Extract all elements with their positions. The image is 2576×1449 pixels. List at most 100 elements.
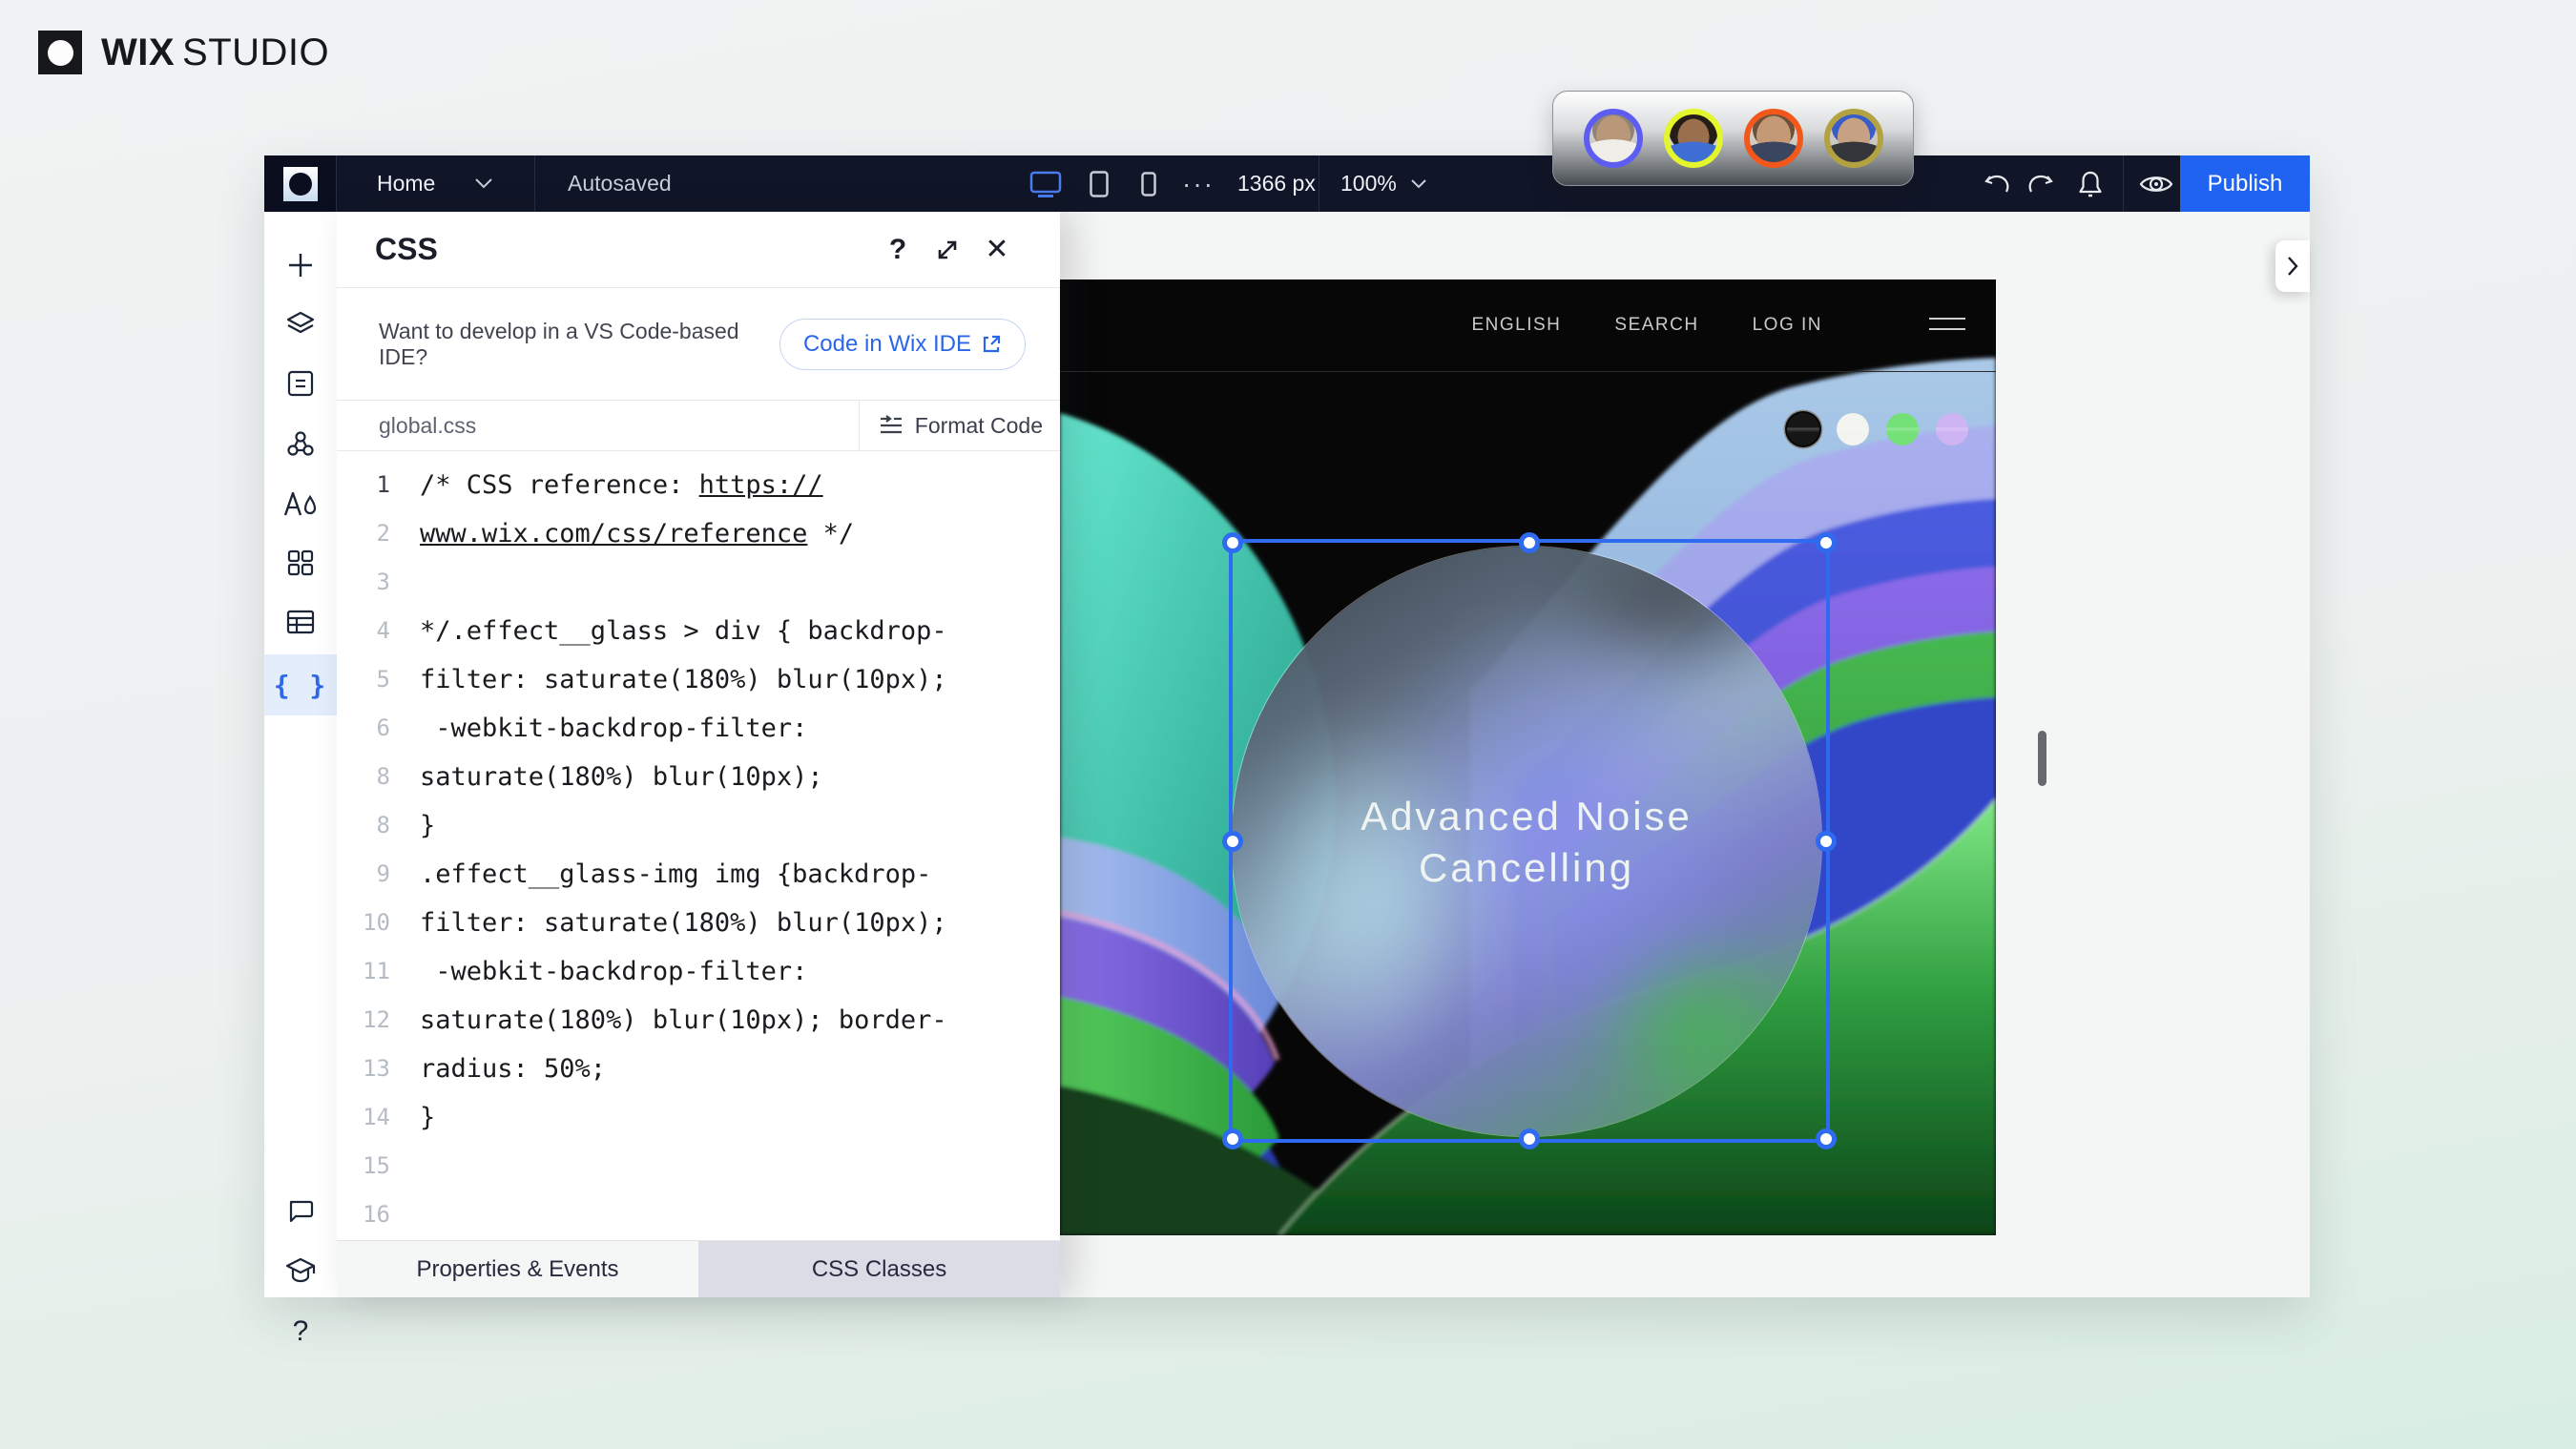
collaborator-avatar-1[interactable] xyxy=(1584,109,1643,168)
code-in-wix-ide-button[interactable]: Code in Wix IDE xyxy=(779,319,1026,370)
selection-handle-middle-left[interactable] xyxy=(1222,831,1243,852)
css-panel-title: CSS xyxy=(375,232,873,267)
site-nav-language[interactable]: ENGLISH xyxy=(1471,315,1561,336)
code-link: www.wix.com/css/reference xyxy=(420,519,807,549)
collaborators-card xyxy=(1552,91,1914,186)
file-name: global.css xyxy=(337,401,859,450)
cms-table-icon[interactable] xyxy=(264,595,337,649)
autosave-status: Autosaved xyxy=(568,155,672,212)
notifications-bell-button[interactable] xyxy=(2069,155,2111,212)
device-tablet-button[interactable] xyxy=(1083,155,1115,212)
preview-eye-button[interactable] xyxy=(2132,155,2180,212)
code-line[interactable]: 14} xyxy=(337,1093,1060,1142)
code-line[interactable]: 12saturate(180%) blur(10px); border- xyxy=(337,996,1060,1045)
color-swatch-purple[interactable] xyxy=(1936,413,1968,445)
external-link-icon xyxy=(981,334,1002,355)
connections-icon[interactable] xyxy=(264,417,337,470)
site-nav: ENGLISH SEARCH LOG IN xyxy=(1060,279,1996,372)
file-row: global.css Format Code xyxy=(337,401,1060,451)
site-nav-search[interactable]: SEARCH xyxy=(1614,315,1698,336)
tab-properties-events[interactable]: Properties & Events xyxy=(337,1241,698,1297)
code-line[interactable]: 1/* CSS reference: https:// xyxy=(337,461,1060,509)
selection-handle-bottom-left[interactable] xyxy=(1222,1128,1243,1149)
panel-bottom-tabs: Properties & Events CSS Classes xyxy=(337,1240,1060,1297)
brand-title-light: STUDIO xyxy=(182,31,329,74)
format-code-button[interactable]: Format Code xyxy=(859,401,1060,450)
wix-logo-icon xyxy=(38,31,82,74)
code-line[interactable]: 4*/.effect__glass > div { backdrop- xyxy=(337,607,1060,655)
zoom-level-dropdown[interactable]: 100% xyxy=(1340,155,1397,212)
editor-home-logo-button[interactable] xyxy=(264,155,337,212)
brand-title: WIX STUDIO xyxy=(101,31,329,74)
chevron-down-icon[interactable] xyxy=(469,155,498,212)
selection-handle-top-center[interactable] xyxy=(1519,532,1540,553)
code-line[interactable]: 13radius: 50%; xyxy=(337,1045,1060,1093)
publish-button[interactable]: Publish xyxy=(2180,155,2310,212)
selection-handle-middle-right[interactable] xyxy=(1816,831,1837,852)
ellipsis-icon: ··· xyxy=(1182,169,1215,199)
color-swatch-white[interactable] xyxy=(1837,413,1869,445)
product-color-swatches xyxy=(1787,413,1968,445)
device-mobile-button[interactable] xyxy=(1134,155,1163,212)
page-selector[interactable]: Home xyxy=(377,155,435,212)
site-styles-icon[interactable] xyxy=(264,477,337,530)
page-selector-label: Home xyxy=(377,171,435,197)
site-nav-login[interactable]: LOG IN xyxy=(1753,315,1822,336)
zoom-chevron-down-icon[interactable] xyxy=(1407,155,1430,212)
apps-grid-icon[interactable] xyxy=(264,536,337,590)
collaborator-avatar-3[interactable] xyxy=(1744,109,1803,168)
code-line[interactable]: 9.effect__glass-img img {backdrop- xyxy=(337,850,1060,899)
code-link: https:// xyxy=(699,470,823,500)
color-swatch-black[interactable] xyxy=(1787,413,1819,445)
code-braces-icon[interactable]: { } xyxy=(264,654,337,715)
code-line[interactable]: 5filter: saturate(180%) blur(10px); xyxy=(337,655,1060,704)
undo-button[interactable] xyxy=(1978,155,2016,212)
selection-outline xyxy=(1229,539,1830,1143)
canvas-scrollbar[interactable] xyxy=(2038,731,2046,786)
collaborator-avatar-4[interactable] xyxy=(1824,109,1883,168)
code-line[interactable]: 11 -webkit-backdrop-filter: xyxy=(337,947,1060,996)
wix-tile-icon xyxy=(283,167,318,201)
learn-graduation-cap-icon[interactable] xyxy=(264,1244,337,1297)
code-line[interactable]: 6 -webkit-backdrop-filter: xyxy=(337,704,1060,753)
code-line[interactable]: 16 xyxy=(337,1190,1060,1239)
chevron-right-icon xyxy=(2286,256,2299,277)
brand-title-bold: WIX xyxy=(101,31,175,74)
expand-icon[interactable] xyxy=(923,229,972,271)
css-panel-header: CSS ? ✕ xyxy=(337,212,1060,288)
redo-button[interactable] xyxy=(2022,155,2060,212)
tab-css-classes[interactable]: CSS Classes xyxy=(698,1241,1060,1297)
pages-icon[interactable] xyxy=(264,357,337,410)
selection-handle-bottom-center[interactable] xyxy=(1519,1128,1540,1149)
code-line[interactable]: 15 xyxy=(337,1142,1060,1190)
selection-handle-bottom-right[interactable] xyxy=(1816,1128,1837,1149)
comments-icon[interactable] xyxy=(264,1185,337,1238)
selection-handle-top-right[interactable] xyxy=(1816,532,1837,553)
format-code-icon xyxy=(879,415,904,436)
code-line[interactable]: 8saturate(180%) blur(10px); xyxy=(337,753,1060,801)
canvas-width-value[interactable]: 1366 px xyxy=(1237,155,1316,212)
code-line[interactable]: 10filter: saturate(180%) blur(10px); xyxy=(337,899,1060,947)
close-icon[interactable]: ✕ xyxy=(972,229,1022,271)
editor-window: Home Autosaved ··· 1366 px 100% xyxy=(264,155,2310,1297)
code-line[interactable]: 2www.wix.com/css/reference */ xyxy=(337,509,1060,558)
help-icon[interactable]: ? xyxy=(873,229,923,271)
help-question-icon[interactable]: ? xyxy=(264,1305,337,1358)
editor-left-sidebar: { } ? xyxy=(264,212,337,1297)
code-editor[interactable]: 1/* CSS reference: https:// 2www.wix.com… xyxy=(337,451,1060,1240)
color-swatch-green[interactable] xyxy=(1886,413,1919,445)
more-breakpoints-button[interactable]: ··· xyxy=(1182,155,1215,212)
editor-toolbar: Home Autosaved ··· 1366 px 100% xyxy=(264,155,2310,212)
collaborator-avatar-2[interactable] xyxy=(1664,109,1723,168)
css-code-panel: CSS ? ✕ Want to develop in a VS Code-bas… xyxy=(337,212,1060,1297)
ide-promo-row: Want to develop in a VS Code-based IDE? … xyxy=(337,288,1060,401)
site-preview-canvas[interactable]: ENGLISH SEARCH LOG IN Advanced Noise Can… xyxy=(1060,279,1996,1235)
device-desktop-button[interactable] xyxy=(1024,155,1068,212)
layers-icon[interactable] xyxy=(264,298,337,351)
app-header-brand: WIX STUDIO xyxy=(38,31,329,74)
selection-handle-top-left[interactable] xyxy=(1222,532,1243,553)
code-line[interactable]: 8} xyxy=(337,801,1060,850)
code-line[interactable]: 3 xyxy=(337,558,1060,607)
add-elements-plus-icon[interactable] xyxy=(264,238,337,292)
expand-right-panel-button[interactable] xyxy=(2275,240,2310,292)
